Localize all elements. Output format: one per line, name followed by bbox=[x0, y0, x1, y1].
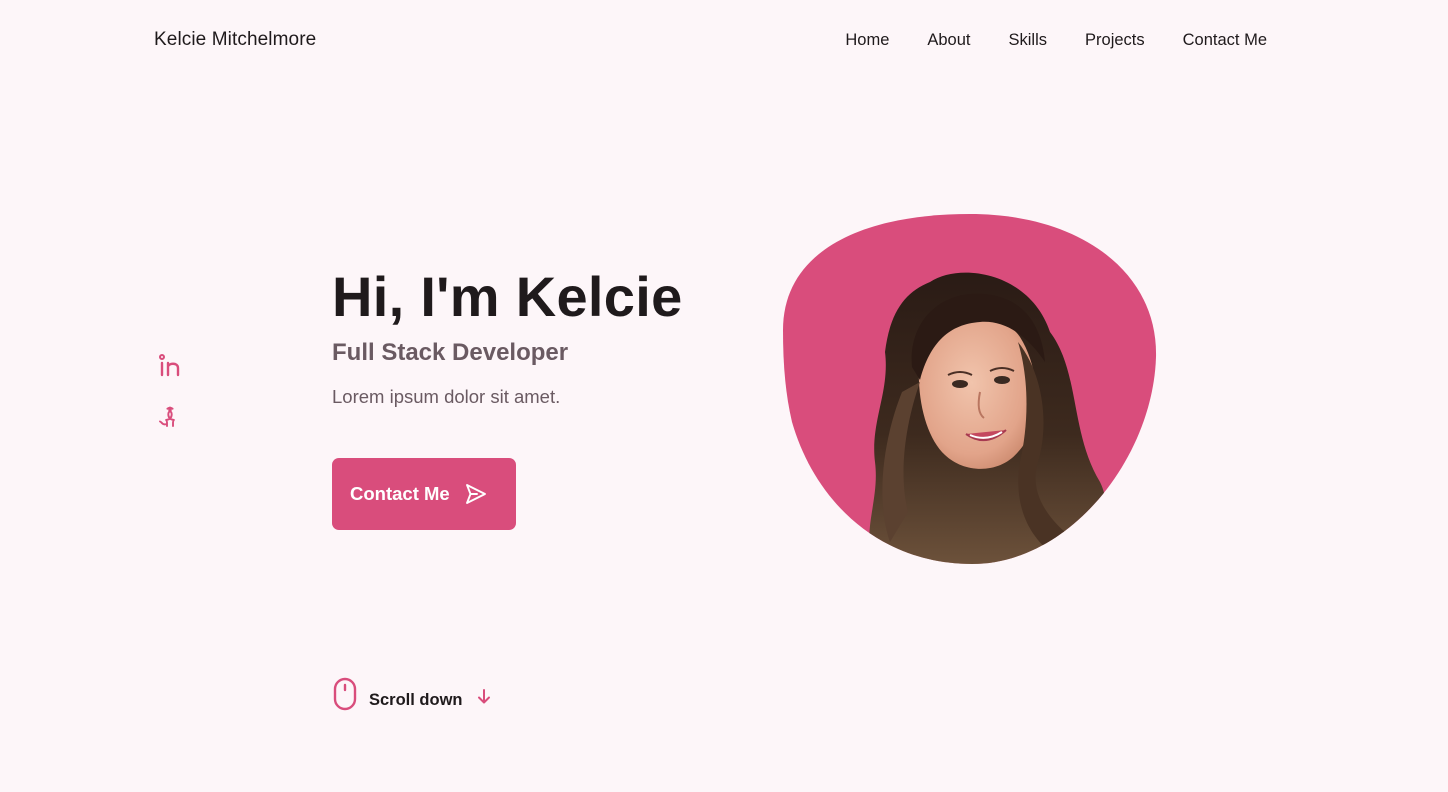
arrow-down-icon bbox=[476, 688, 492, 706]
nav-home[interactable]: Home bbox=[845, 31, 889, 50]
profile-image-blob bbox=[780, 212, 1160, 566]
hero-title: Hi, I'm Kelcie bbox=[332, 265, 683, 328]
scroll-down-label: Scroll down bbox=[369, 690, 463, 709]
main-nav: Home About Skills Projects Contact Me bbox=[845, 31, 1267, 50]
github-icon[interactable] bbox=[158, 404, 182, 430]
contact-me-button-label: Contact Me bbox=[350, 483, 450, 504]
hero-subtitle: Full Stack Developer bbox=[332, 339, 569, 366]
send-icon bbox=[464, 482, 488, 506]
mouse-icon bbox=[332, 676, 358, 712]
nav-contact-me[interactable]: Contact Me bbox=[1183, 31, 1267, 50]
nav-projects[interactable]: Projects bbox=[1085, 31, 1145, 50]
nav-skills[interactable]: Skills bbox=[1009, 31, 1048, 50]
portfolio-page: Kelcie Mitchelmore Home About Skills Pro… bbox=[0, 0, 1448, 792]
hero-description: Lorem ipsum dolor sit amet. bbox=[332, 386, 561, 407]
site-logo[interactable]: Kelcie Mitchelmore bbox=[154, 29, 316, 51]
contact-me-button[interactable]: Contact Me bbox=[332, 458, 516, 530]
hero-text: Hi, I'm Kelcie Full Stack Developer Lore… bbox=[332, 262, 752, 410]
header: Kelcie Mitchelmore Home About Skills Pro… bbox=[0, 0, 1448, 82]
profile-image bbox=[783, 214, 1157, 564]
linkedin-icon[interactable] bbox=[158, 352, 182, 378]
nav-about[interactable]: About bbox=[927, 31, 970, 50]
scroll-down[interactable]: Scroll down bbox=[332, 676, 492, 712]
social-links bbox=[158, 352, 184, 456]
